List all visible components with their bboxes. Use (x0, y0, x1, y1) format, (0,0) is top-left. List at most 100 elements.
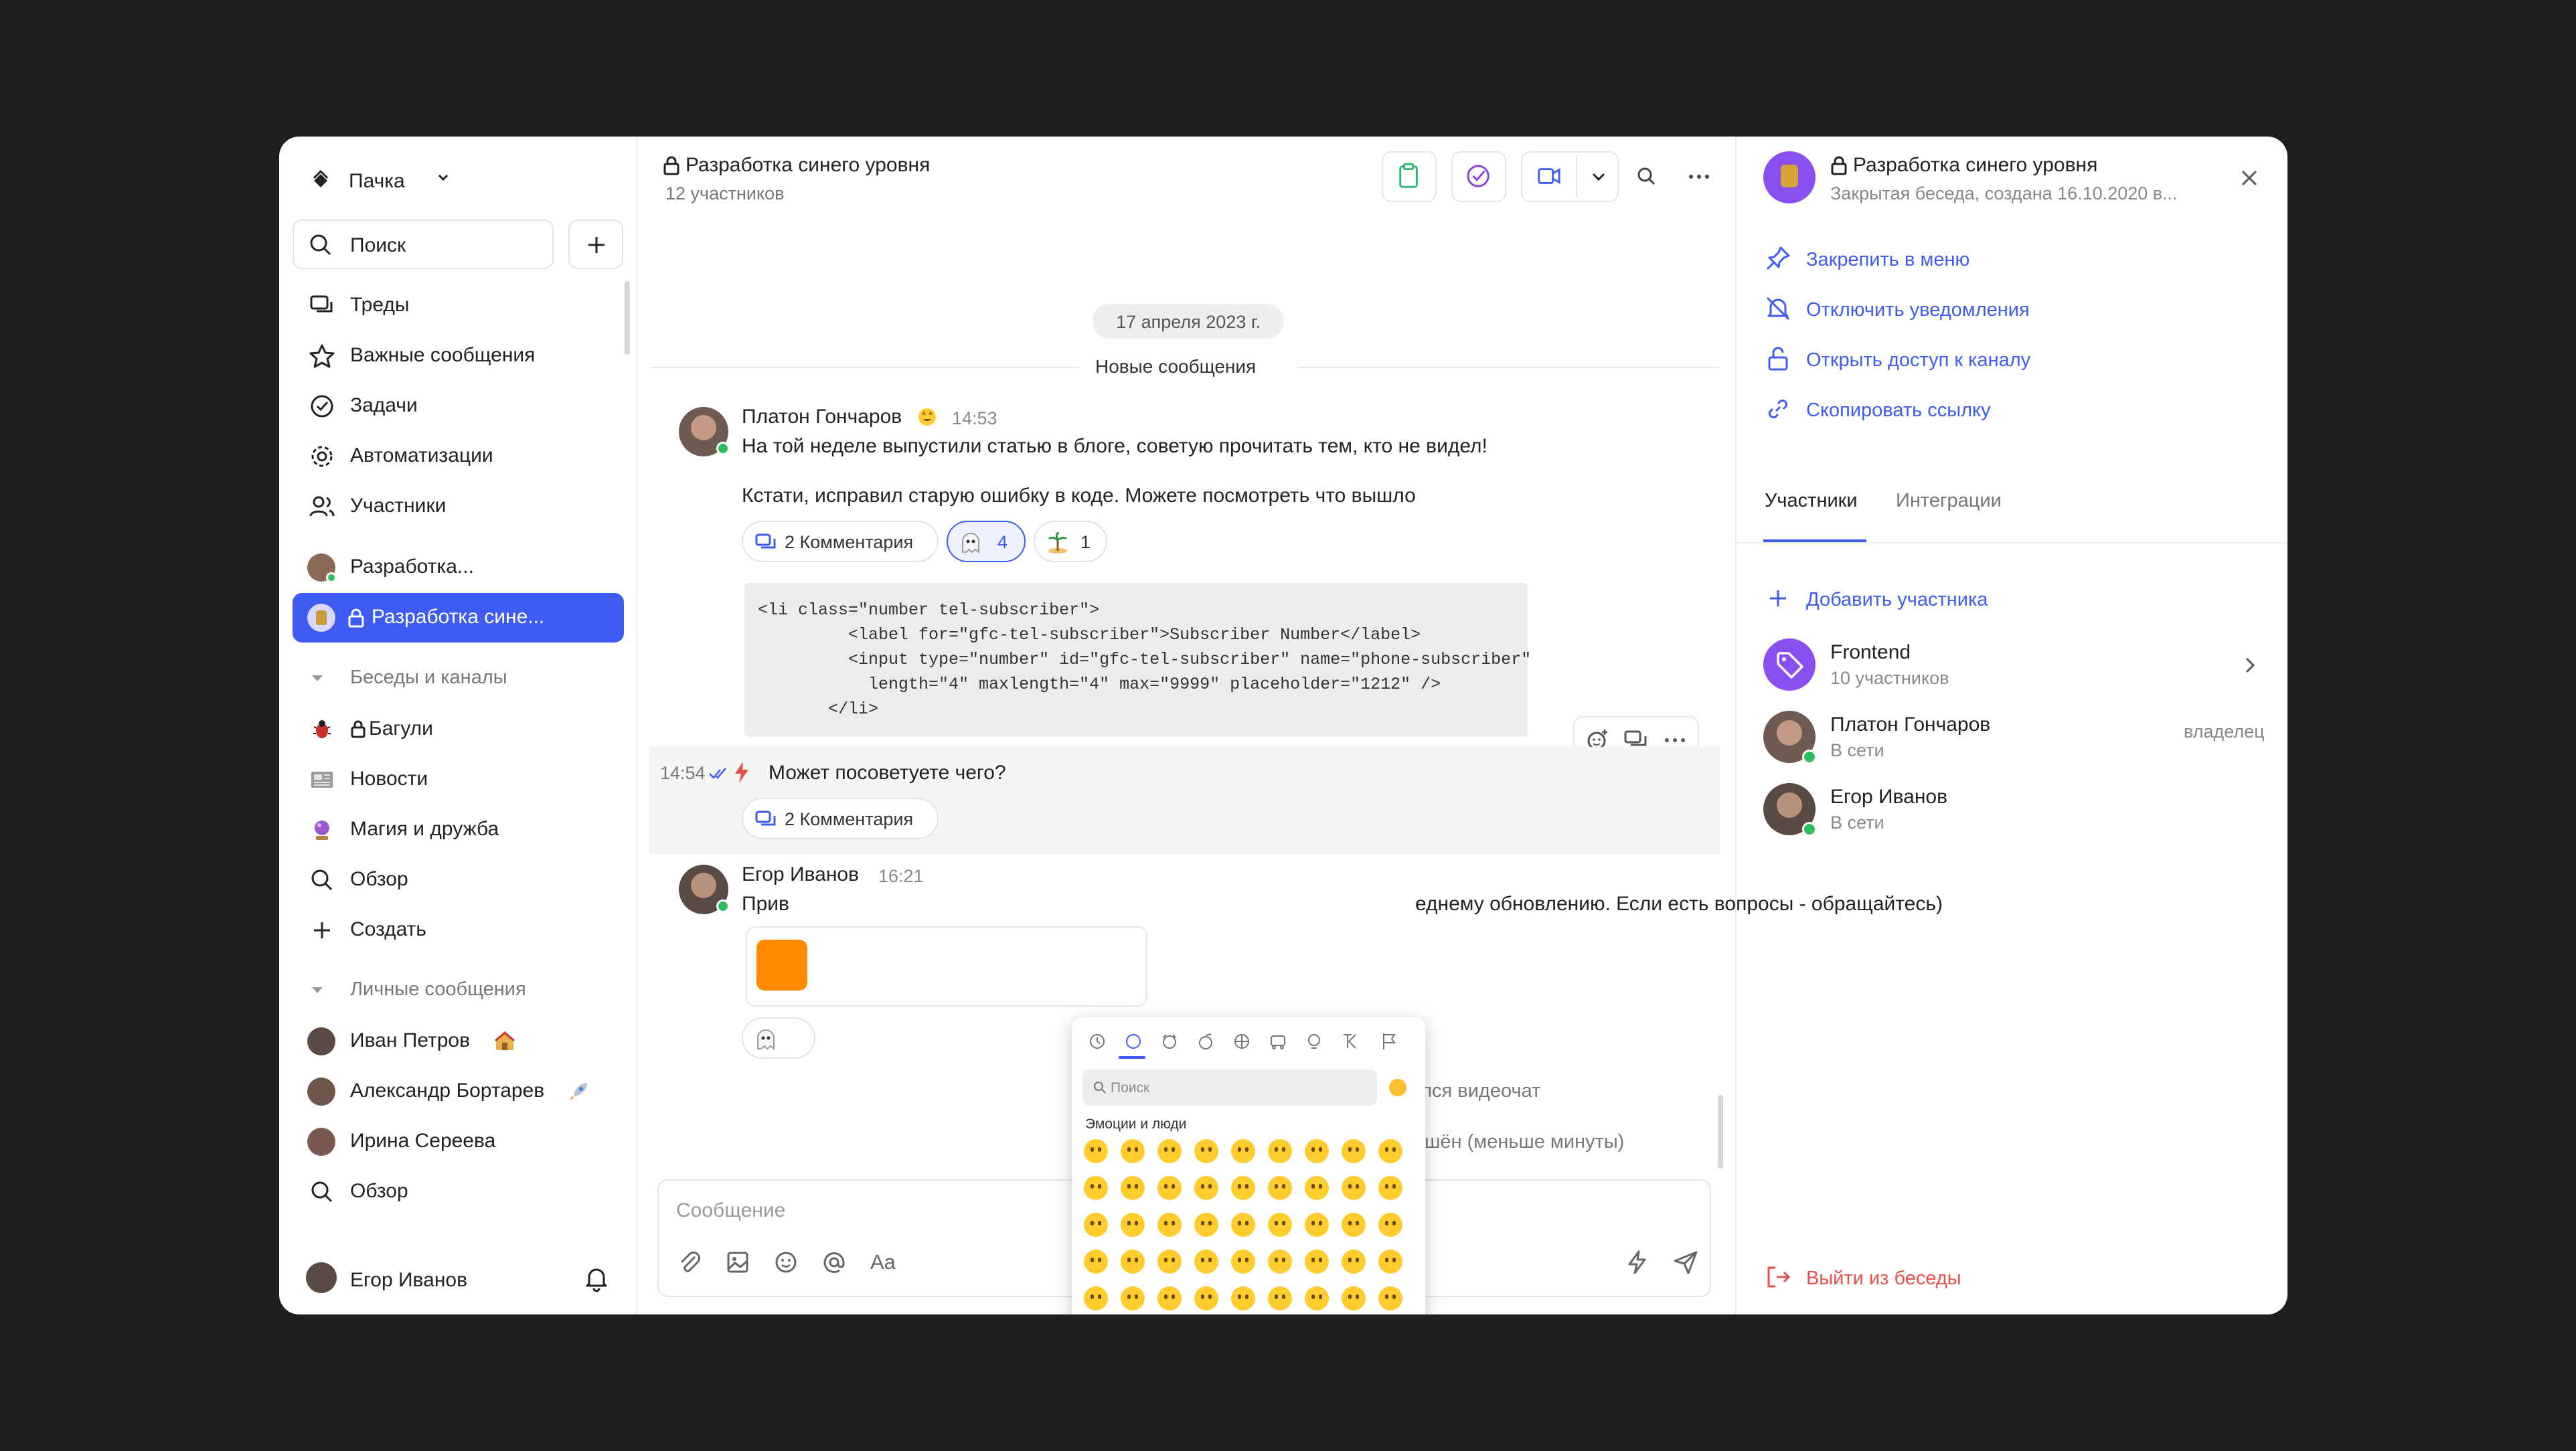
emoji-option[interactable] (1157, 1286, 1182, 1310)
sidebar-item-create[interactable]: Создать (293, 906, 624, 955)
emoji-option[interactable] (1194, 1176, 1218, 1200)
emoji-option[interactable] (1157, 1213, 1182, 1237)
emoji-option[interactable] (1084, 1176, 1108, 1200)
reaction-chip[interactable]: 1 (1034, 521, 1107, 562)
clipboard-button[interactable] (1382, 151, 1437, 202)
emoji-option[interactable] (1084, 1286, 1108, 1310)
message-author[interactable]: Платон Гончаров (742, 406, 902, 428)
emoji-option[interactable] (1342, 1176, 1366, 1200)
sidebar-item-dev-blue[interactable]: Разработка сине... (293, 593, 624, 643)
emoji-option[interactable] (1342, 1286, 1366, 1310)
emoji-option[interactable] (1157, 1139, 1182, 1163)
sidebar-item-dev[interactable]: Разработка... (293, 543, 624, 592)
emoji-option[interactable] (1084, 1213, 1108, 1237)
comments-button[interactable]: 2 Комментария (742, 521, 939, 562)
emoji-option[interactable] (1268, 1250, 1292, 1274)
emoji-option[interactable] (1378, 1286, 1402, 1310)
emoji-option[interactable] (1342, 1250, 1366, 1274)
current-user-avatar[interactable] (306, 1262, 337, 1293)
chat-members-count[interactable]: 12 участников (665, 183, 784, 204)
comments-button[interactable]: 2 Комментария (742, 798, 939, 839)
emoji-option[interactable] (1194, 1139, 1218, 1163)
emoji-option[interactable] (1342, 1139, 1366, 1163)
chevron-down-icon[interactable] (1587, 165, 1611, 189)
emoji-option[interactable] (1268, 1286, 1292, 1310)
close-icon[interactable] (2235, 163, 2264, 193)
bell-icon[interactable] (582, 1264, 611, 1293)
emoji-option[interactable] (1231, 1176, 1255, 1200)
emoji-option[interactable] (1157, 1176, 1182, 1200)
tab-members[interactable]: Участники (1765, 490, 1858, 512)
emoji-option[interactable] (1157, 1250, 1182, 1274)
reaction-chip[interactable] (742, 1017, 815, 1059)
member-row[interactable]: Платон Гончаров В сети владелец (1737, 703, 2287, 770)
emoji-option[interactable] (1305, 1286, 1329, 1310)
emoji-option[interactable] (1378, 1250, 1402, 1274)
sidebar-item-automations[interactable]: Автоматизации (293, 432, 624, 481)
emoji-icon[interactable] (771, 1248, 801, 1277)
chat-scrollbar[interactable] (1718, 1095, 1723, 1169)
emoji-option[interactable] (1231, 1250, 1255, 1274)
more-icon[interactable] (1684, 162, 1714, 191)
sidebar-item-dm-alexander[interactable]: Александр Бортарев (293, 1067, 624, 1116)
sidebar-item-dm-irina[interactable]: Ирина Сереева (293, 1117, 624, 1167)
current-user-name[interactable]: Егор Иванов (350, 1269, 467, 1292)
sidebar-item-tasks[interactable]: Задачи (293, 381, 624, 431)
emoji-option[interactable] (1084, 1139, 1108, 1163)
send-icon[interactable] (1671, 1248, 1700, 1277)
skin-tone-button[interactable] (1389, 1079, 1406, 1096)
reaction-chip[interactable]: 4 (947, 521, 1026, 562)
emoji-option[interactable] (1305, 1139, 1329, 1163)
sidebar-item-news[interactable]: Новости (293, 755, 624, 804)
tasks-button[interactable] (1451, 151, 1506, 202)
add-member-button[interactable]: Добавить участника (1737, 578, 2287, 618)
emoji-option[interactable] (1084, 1250, 1108, 1274)
emoji-option[interactable] (1268, 1176, 1292, 1200)
emoji-option[interactable] (1378, 1213, 1402, 1237)
workspace-switcher[interactable]: Пачка (306, 163, 507, 197)
emoji-option[interactable] (1121, 1176, 1145, 1200)
sidebar-item-browse[interactable]: Обзор (293, 855, 624, 905)
emoji-option[interactable] (1305, 1213, 1329, 1237)
message-author[interactable]: Егор Иванов (742, 863, 859, 886)
emoji-option[interactable] (1194, 1250, 1218, 1274)
sidebar-item-dm-browse[interactable]: Обзор (293, 1167, 624, 1217)
sidebar-item-threads[interactable]: Треды (293, 281, 624, 331)
emoji-option[interactable] (1378, 1139, 1402, 1163)
sidebar-item-dm-ivan[interactable]: Иван Петров (293, 1017, 624, 1066)
emoji-option[interactable] (1305, 1250, 1329, 1274)
lightning-icon[interactable] (1623, 1248, 1652, 1277)
emoji-option[interactable] (1121, 1213, 1145, 1237)
emoji-option[interactable] (1194, 1213, 1218, 1237)
open-access-link[interactable]: Открыть доступ к каналу (1737, 340, 2287, 380)
caret-down-icon[interactable] (310, 671, 325, 685)
sidebar-item-magic[interactable]: Магия и дружба (293, 805, 624, 855)
emoji-option[interactable] (1121, 1139, 1145, 1163)
composer-placeholder[interactable]: Сообщение (676, 1199, 785, 1222)
mention-icon[interactable] (819, 1248, 849, 1277)
member-row[interactable]: Егор Иванов В сети (1737, 775, 2287, 842)
channels-header[interactable]: Беседы и каналы (350, 667, 507, 689)
search-icon[interactable] (1632, 162, 1662, 191)
leave-chat-button[interactable]: Выйти из беседы (1737, 1257, 2287, 1297)
dm-header[interactable]: Личные сообщения (350, 978, 526, 1001)
emoji-option[interactable] (1121, 1250, 1145, 1274)
attachment-card[interactable] (746, 926, 1147, 1007)
video-call-button[interactable] (1521, 151, 1619, 202)
emoji-option[interactable] (1121, 1286, 1145, 1310)
sidebar-item-members[interactable]: Участники (293, 482, 624, 531)
emoji-search-input[interactable]: Поиск (1082, 1070, 1377, 1106)
emoji-option[interactable] (1231, 1286, 1255, 1310)
image-icon[interactable] (723, 1248, 752, 1277)
caret-down-icon[interactable] (310, 983, 325, 997)
pin-to-menu-link[interactable]: Закрепить в меню (1737, 240, 2287, 280)
sidebar-item-bugs[interactable]: Багули (293, 705, 624, 754)
tab-integrations[interactable]: Интеграции (1896, 490, 2002, 512)
format-button[interactable]: Aa (870, 1250, 896, 1274)
add-button[interactable] (568, 220, 623, 269)
group-frontend[interactable]: Frontend 10 участников (1737, 630, 2287, 697)
emoji-option[interactable] (1268, 1139, 1292, 1163)
paperclip-icon[interactable] (675, 1248, 704, 1277)
emoji-option[interactable] (1378, 1176, 1402, 1200)
emoji-option[interactable] (1305, 1176, 1329, 1200)
